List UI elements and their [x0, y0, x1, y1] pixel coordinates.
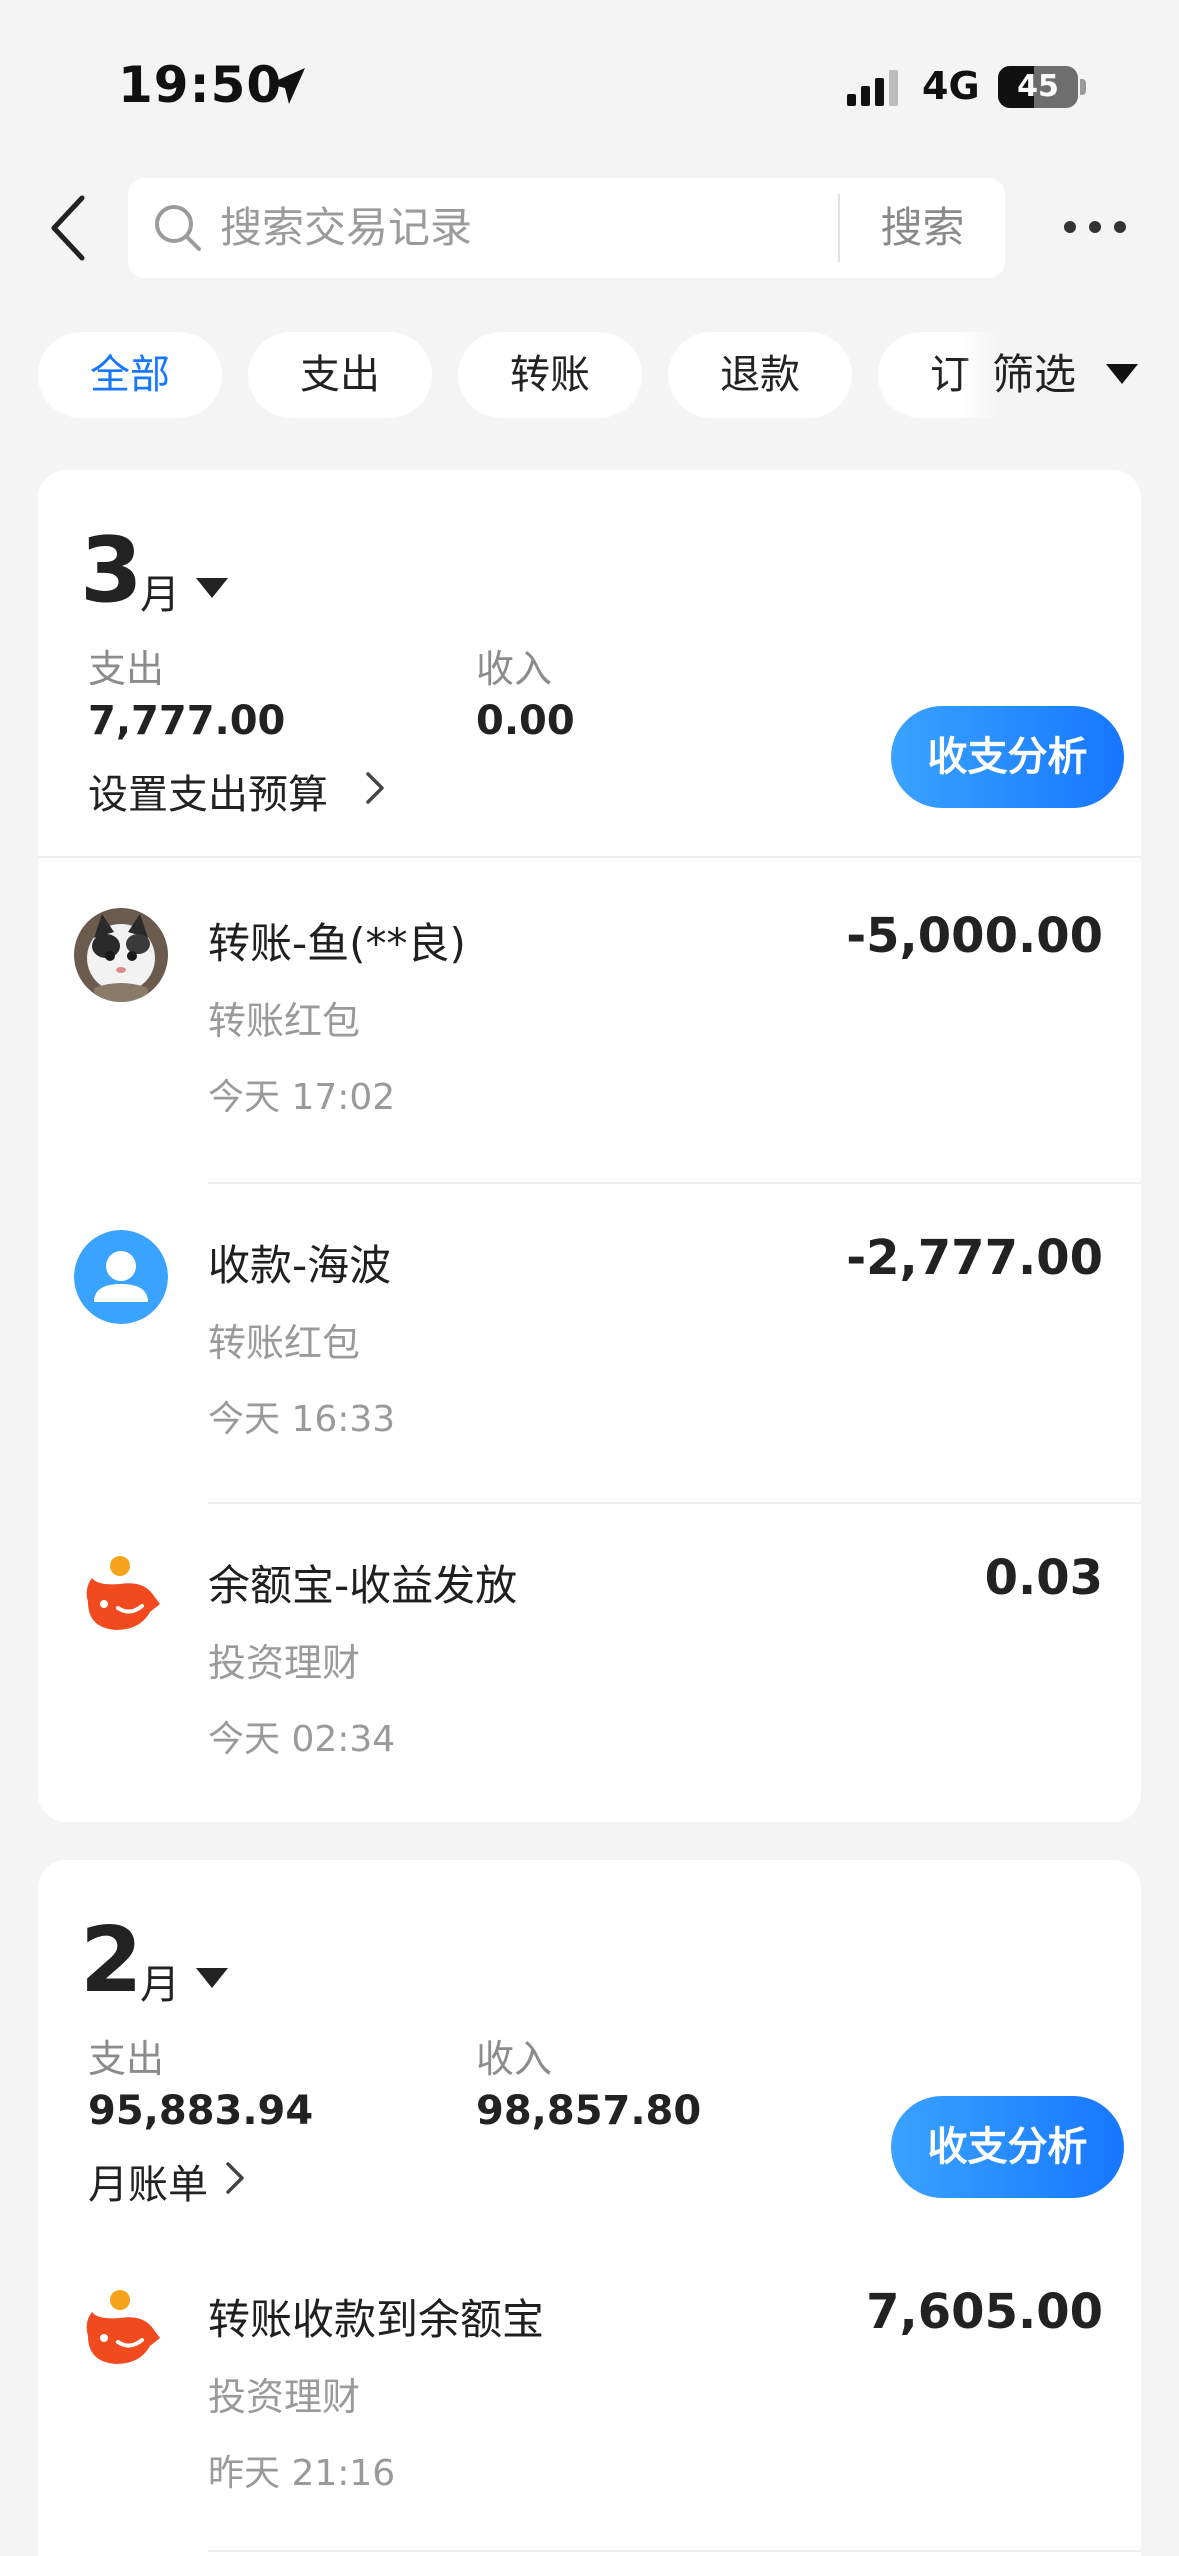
- transaction-title: 转账收款到余额宝: [208, 2295, 545, 2344]
- expense-value: 95,883.94: [88, 2088, 314, 2134]
- network-type: 4G: [922, 64, 980, 108]
- transaction-row[interactable]: 收款-海波 转账红包 今天 16:33 -2,777.00: [38, 1180, 1141, 1500]
- analysis-button[interactable]: 收支分析: [891, 2096, 1124, 2198]
- filter-caret-icon[interactable]: [1106, 364, 1138, 384]
- status-time: 19:50: [118, 56, 283, 114]
- transaction-category: 投资理财: [208, 1641, 361, 1685]
- income-value: 98,857.80: [476, 2088, 702, 2134]
- chevron-right-icon[interactable]: [364, 768, 388, 808]
- location-arrow-icon: [269, 68, 305, 104]
- expense-label: 支出: [88, 647, 165, 691]
- month-unit[interactable]: 月: [140, 1952, 180, 2010]
- set-budget-link[interactable]: 设置支出预算: [88, 762, 328, 820]
- income-label: 收入: [476, 647, 553, 691]
- monthly-bill-link[interactable]: 月账单: [88, 2152, 208, 2210]
- transaction-row[interactable]: 转账收款到余额宝 投资理财 昨天 21:16 7,605.00: [38, 2234, 1141, 2554]
- month-number[interactable]: 3: [80, 526, 143, 616]
- battery-level: 45: [1017, 69, 1059, 104]
- transaction-amount: -2,777.00: [846, 1230, 1103, 1286]
- transaction-title: 余额宝-收益发放: [208, 1561, 518, 1610]
- income-value: 0.00: [476, 698, 575, 744]
- transaction-row[interactable]: 转账-鱼(**良) 转账红包 今天 17:02 -5,000.00: [38, 858, 1141, 1178]
- yuebao-icon: [74, 2284, 168, 2378]
- month-dropdown-caret-icon[interactable]: [196, 578, 228, 598]
- transaction-category: 转账红包: [208, 999, 361, 1043]
- yuebao-icon: [74, 1550, 168, 1644]
- status-bar: 19:50 4G 45: [0, 0, 1179, 150]
- chevron-right-icon[interactable]: [224, 2158, 248, 2198]
- chip-refund[interactable]: 退款: [668, 332, 852, 418]
- transaction-title: 收款-海波: [208, 1241, 392, 1290]
- month-card-march: 3 月 支出 7,777.00 收入 0.00 设置支出预算 收支分析 转账-鱼…: [38, 470, 1141, 1822]
- bill-list-page: 19:50 4G 45 搜索 全部: [0, 0, 1179, 2556]
- transaction-time: 昨天 21:16: [208, 2453, 396, 2494]
- analysis-button[interactable]: 收支分析: [891, 706, 1124, 808]
- expense-value: 7,777.00: [88, 698, 286, 744]
- battery-cap: [1080, 79, 1086, 95]
- transaction-category: 转账红包: [208, 1321, 361, 1365]
- more-options-icon[interactable]: [1060, 212, 1130, 242]
- search-icon: [155, 205, 201, 251]
- month-unit[interactable]: 月: [140, 562, 180, 620]
- cat-avatar: [74, 908, 168, 1002]
- transaction-title: 转账-鱼(**良): [208, 919, 466, 968]
- chip-expense[interactable]: 支出: [248, 332, 432, 418]
- row-divider: [208, 2550, 1141, 2552]
- expense-label: 支出: [88, 2037, 165, 2081]
- transaction-row[interactable]: 余额宝-收益发放 投资理财 今天 02:34 0.03: [38, 1500, 1141, 1820]
- transaction-amount: -5,000.00: [846, 908, 1103, 964]
- month-dropdown-caret-icon[interactable]: [196, 1968, 228, 1988]
- default-user-avatar: [74, 1230, 168, 1324]
- month-number[interactable]: 2: [80, 1916, 143, 2006]
- search-button[interactable]: 搜索: [840, 178, 1005, 278]
- search-bar: 搜索: [128, 178, 1005, 278]
- month-card-february: 2 月 支出 95,883.94 收入 98,857.80 月账单 收支分析 转…: [38, 1860, 1141, 2556]
- signal-icon: [847, 70, 898, 106]
- transaction-time: 今天 17:02: [208, 1077, 396, 1118]
- transaction-amount: 7,605.00: [866, 2284, 1103, 2340]
- income-label: 收入: [476, 2037, 553, 2081]
- battery-icon: 45: [998, 66, 1078, 108]
- transaction-amount: 0.03: [984, 1550, 1103, 1606]
- chip-transfer[interactable]: 转账: [458, 332, 642, 418]
- filter-button[interactable]: 筛选: [992, 332, 1076, 418]
- chip-all[interactable]: 全部: [38, 332, 222, 418]
- transaction-time: 今天 02:34: [208, 1719, 396, 1760]
- search-input[interactable]: [220, 178, 940, 278]
- transaction-category: 投资理财: [208, 2375, 361, 2419]
- transaction-time: 今天 16:33: [208, 1399, 396, 1440]
- back-arrow-icon[interactable]: [44, 190, 94, 266]
